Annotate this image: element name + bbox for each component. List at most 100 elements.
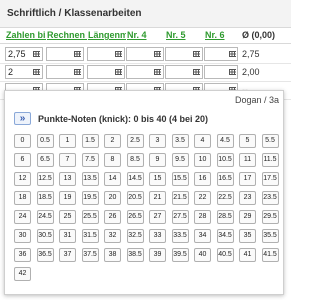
points-key[interactable]: 41 <box>239 248 256 262</box>
points-key[interactable]: 35 <box>239 229 256 243</box>
points-key[interactable]: 38.5 <box>126 248 144 262</box>
points-key[interactable]: 32.5 <box>126 229 144 243</box>
points-key[interactable]: 41.5 <box>261 248 279 262</box>
points-key[interactable]: 13 <box>59 172 76 186</box>
grid-icon[interactable] <box>193 51 200 57</box>
points-key[interactable]: 33.5 <box>171 229 189 243</box>
points-key[interactable]: 22.5 <box>216 191 234 205</box>
column-header-nr-4[interactable]: Nr. 4 <box>127 30 165 40</box>
column-header-nr-5[interactable]: Nr. 5 <box>166 30 204 40</box>
grid-icon[interactable] <box>74 51 81 57</box>
points-key[interactable]: 36.5 <box>36 248 54 262</box>
points-key[interactable]: 36 <box>14 248 31 262</box>
points-key[interactable]: 40.5 <box>216 248 234 262</box>
points-key[interactable]: 15.5 <box>171 172 189 186</box>
column-header-rechnen[interactable]: Rechnen m <box>47 30 87 40</box>
points-key[interactable]: 4 <box>194 134 211 148</box>
points-key[interactable]: 31.5 <box>81 229 99 243</box>
points-key[interactable]: 19 <box>59 191 76 205</box>
points-key[interactable]: 34 <box>194 229 211 243</box>
points-key[interactable]: 20.5 <box>126 191 144 205</box>
points-key[interactable]: 5 <box>239 134 256 148</box>
points-key[interactable]: 31 <box>59 229 76 243</box>
points-key[interactable]: 23 <box>239 191 256 205</box>
expand-button[interactable]: » <box>14 112 31 125</box>
points-key[interactable]: 8 <box>104 153 121 167</box>
points-key[interactable]: 15 <box>149 172 166 186</box>
points-key[interactable]: 42 <box>14 267 31 281</box>
points-key[interactable]: 38 <box>104 248 121 262</box>
points-key[interactable]: 21.5 <box>171 191 189 205</box>
points-key[interactable]: 20 <box>104 191 121 205</box>
points-key[interactable]: 30.5 <box>36 229 54 243</box>
points-key[interactable]: 8.5 <box>126 153 144 167</box>
grid-icon[interactable] <box>115 51 122 57</box>
points-key[interactable]: 16 <box>194 172 211 186</box>
points-key[interactable]: 0 <box>14 134 31 148</box>
points-key[interactable]: 35.5 <box>261 229 279 243</box>
points-key[interactable]: 11.5 <box>261 153 279 167</box>
grid-icon[interactable] <box>193 69 200 75</box>
points-key[interactable]: 17 <box>239 172 256 186</box>
points-key[interactable]: 19.5 <box>81 191 99 205</box>
points-key[interactable]: 39.5 <box>171 248 189 262</box>
points-key[interactable]: 3.5 <box>171 134 189 148</box>
points-key[interactable]: 22 <box>194 191 211 205</box>
points-key[interactable]: 24.5 <box>36 210 54 224</box>
points-key[interactable]: 18.5 <box>36 191 54 205</box>
points-key[interactable]: 24 <box>14 210 31 224</box>
points-key[interactable]: 25 <box>59 210 76 224</box>
points-key[interactable]: 14.5 <box>126 172 144 186</box>
points-key[interactable]: 9.5 <box>171 153 189 167</box>
grid-icon[interactable] <box>115 69 122 75</box>
column-header-zahlen-bis[interactable]: Zahlen bis <box>6 30 46 40</box>
points-key[interactable]: 26 <box>104 210 121 224</box>
points-key[interactable]: 27.5 <box>171 210 189 224</box>
points-key[interactable]: 26.5 <box>126 210 144 224</box>
points-key[interactable]: 14 <box>104 172 121 186</box>
points-key[interactable]: 25.5 <box>81 210 99 224</box>
points-key[interactable]: 11 <box>239 153 256 167</box>
points-key[interactable]: 0.5 <box>36 134 54 148</box>
grid-icon[interactable] <box>74 69 81 75</box>
points-key[interactable]: 5.5 <box>261 134 279 148</box>
points-key[interactable]: 23.5 <box>261 191 279 205</box>
grid-icon[interactable] <box>154 51 161 57</box>
points-key[interactable]: 1 <box>59 134 76 148</box>
points-key[interactable]: 32 <box>104 229 121 243</box>
points-key[interactable]: 3 <box>149 134 166 148</box>
points-key[interactable]: 4.5 <box>216 134 234 148</box>
points-key[interactable]: 37 <box>59 248 76 262</box>
points-key[interactable]: 39 <box>149 248 166 262</box>
column-header-laengenmasse[interactable]: Längenmaße <box>88 30 126 40</box>
points-key[interactable]: 33 <box>149 229 166 243</box>
points-key[interactable]: 30 <box>14 229 31 243</box>
grid-icon[interactable] <box>33 51 40 57</box>
points-key[interactable]: 29.5 <box>261 210 279 224</box>
points-key[interactable]: 28 <box>194 210 211 224</box>
grid-icon[interactable] <box>33 69 40 75</box>
points-key[interactable]: 2.5 <box>126 134 144 148</box>
points-key[interactable]: 29 <box>239 210 256 224</box>
points-key[interactable]: 6 <box>14 153 31 167</box>
points-key[interactable]: 16.5 <box>216 172 234 186</box>
column-header-nr-6[interactable]: Nr. 6 <box>205 30 241 40</box>
points-key[interactable]: 7 <box>59 153 76 167</box>
points-key[interactable]: 37.5 <box>81 248 99 262</box>
grid-icon[interactable] <box>229 51 236 57</box>
points-key[interactable]: 34.5 <box>216 229 234 243</box>
points-key[interactable]: 28.5 <box>216 210 234 224</box>
points-key[interactable]: 13.5 <box>81 172 99 186</box>
points-key[interactable]: 18 <box>14 191 31 205</box>
points-key[interactable]: 2 <box>104 134 121 148</box>
points-key[interactable]: 6.5 <box>36 153 54 167</box>
points-key[interactable]: 7.5 <box>81 153 99 167</box>
points-key[interactable]: 1.5 <box>81 134 99 148</box>
points-key[interactable]: 21 <box>149 191 166 205</box>
points-key[interactable]: 12.5 <box>36 172 54 186</box>
points-key[interactable]: 10.5 <box>216 153 234 167</box>
points-key[interactable]: 27 <box>149 210 166 224</box>
points-key[interactable]: 17.5 <box>261 172 279 186</box>
points-key[interactable]: 40 <box>194 248 211 262</box>
points-key[interactable]: 9 <box>149 153 166 167</box>
